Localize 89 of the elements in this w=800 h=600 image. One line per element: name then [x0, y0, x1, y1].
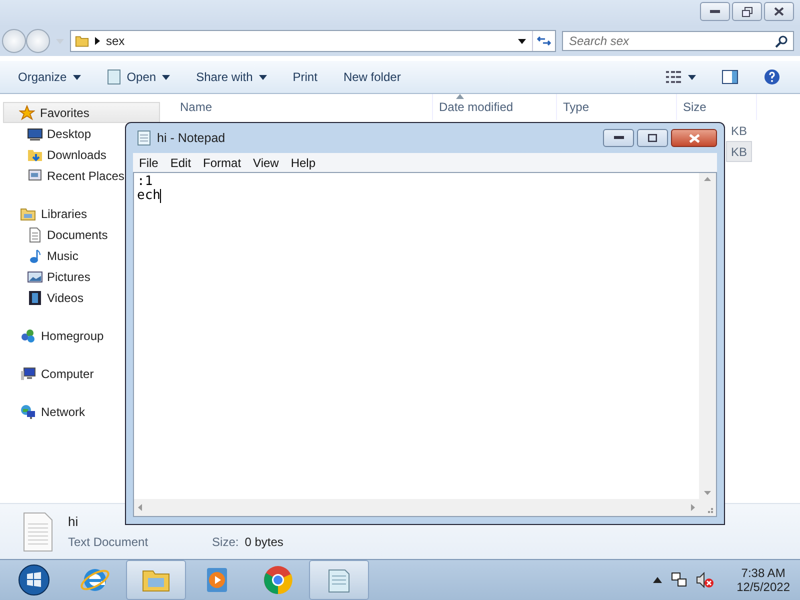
vertical-scrollbar[interactable]: [699, 173, 716, 499]
clock-date: 12/5/2022: [736, 580, 790, 594]
scroll-left-icon: [138, 504, 142, 511]
toolbar-button[interactable]: Share with: [186, 66, 277, 88]
caret-icon: [688, 74, 696, 80]
globe-icon: [20, 404, 36, 420]
search-icon: [775, 35, 788, 48]
horizontal-scrollbar[interactable]: [134, 499, 699, 516]
file-type: Text Document: [68, 535, 148, 549]
picture-icon: [27, 268, 43, 284]
close-button[interactable]: [671, 129, 717, 147]
toolbar-button[interactable]: Print: [282, 66, 328, 88]
column-header[interactable]: Type: [557, 94, 677, 120]
caret-icon: [72, 74, 81, 80]
address-path: sex: [106, 34, 126, 48]
toolbar-button[interactable]: New folder: [333, 66, 411, 88]
menu-item[interactable]: Edit: [164, 156, 198, 170]
close-icon: [774, 7, 784, 16]
minimize-button[interactable]: [700, 2, 730, 21]
menu-item[interactable]: Format: [197, 156, 248, 170]
window-title: hi - Notepad: [157, 131, 226, 145]
refresh-icon: [537, 35, 551, 47]
file-name: hi: [68, 514, 80, 529]
nav-item[interactable]: Desktop: [0, 123, 92, 144]
minimize-icon: [710, 10, 720, 14]
nav-item[interactable]: Videos: [0, 287, 84, 308]
folder-icon: [20, 206, 36, 222]
size-label: Size:: [212, 535, 239, 549]
sort-arrow-icon: [456, 94, 464, 99]
document-icon: [27, 226, 43, 242]
nav-item[interactable]: Network: [0, 401, 86, 422]
address-bar[interactable]: sex: [70, 30, 556, 52]
minimize-button[interactable]: [603, 129, 634, 147]
nav-item[interactable]: Pictures: [0, 266, 92, 287]
toolbar-button[interactable]: Open: [96, 65, 180, 89]
close-button[interactable]: [764, 2, 794, 21]
notepad-icon: [106, 69, 121, 85]
close-icon: [688, 134, 700, 142]
minimize-icon: [614, 136, 624, 140]
pane-icon: [722, 70, 738, 84]
network-icon[interactable]: [670, 572, 687, 588]
help-icon: [764, 69, 780, 85]
homegroup-icon: [20, 328, 36, 344]
column-header[interactable]: Name: [174, 94, 433, 120]
scroll-down-icon: [704, 491, 711, 495]
monitor-icon: [27, 126, 43, 142]
maximize-icon: [648, 134, 657, 142]
chevron-icon: [95, 37, 100, 45]
music-note-icon: [27, 248, 43, 264]
size-value: 0 bytes: [244, 535, 284, 549]
film-icon: [27, 290, 43, 306]
list-view-icon: [666, 71, 682, 83]
menu-item[interactable]: Help: [284, 156, 322, 170]
notepad-icon: [137, 130, 151, 146]
show-hidden-icons-button[interactable]: [652, 577, 662, 583]
restore-icon: [742, 6, 752, 16]
nav-item[interactable]: Favorites: [3, 102, 160, 123]
nav-item[interactable]: Downloads: [0, 144, 108, 165]
window-icon: [27, 168, 43, 184]
windows-orb-icon: [18, 564, 50, 596]
caret-icon: [258, 74, 267, 80]
computer-icon: [20, 366, 36, 382]
maximize-button[interactable]: [637, 129, 668, 147]
search-field[interactable]: Search sex: [562, 31, 794, 51]
nav-item[interactable]: Music: [0, 245, 80, 266]
nav-item[interactable]: Homegroup: [0, 325, 105, 346]
taskbar-button[interactable]: [126, 560, 186, 600]
scroll-up-icon: [704, 177, 711, 181]
chrome-icon: [262, 564, 294, 596]
nav-item[interactable]: Recent Places: [0, 165, 126, 186]
menu-item[interactable]: File: [133, 156, 164, 170]
column-header[interactable]: Size: [677, 94, 757, 120]
nav-item[interactable]: Libraries: [0, 203, 88, 224]
clock-time: 7:38 AM: [741, 566, 786, 580]
menu-item[interactable]: View: [247, 156, 285, 170]
caret-icon: [162, 74, 170, 80]
document-icon: [22, 512, 54, 552]
toolbar-button[interactable]: Organize: [8, 66, 91, 88]
file-row[interactable]: KB: [726, 141, 752, 162]
taskbar-button[interactable]: [309, 560, 369, 600]
scroll-right-icon: [691, 504, 695, 511]
caret-icon: [518, 38, 526, 44]
file-row[interactable]: KB: [726, 120, 752, 141]
folder-icon: [75, 34, 89, 48]
speaker-muted-icon[interactable]: [696, 572, 714, 588]
star-icon: [19, 104, 35, 120]
nav-item[interactable]: Computer: [0, 363, 95, 384]
nav-item[interactable]: Documents: [0, 224, 109, 245]
restore-button[interactable]: [732, 2, 762, 21]
